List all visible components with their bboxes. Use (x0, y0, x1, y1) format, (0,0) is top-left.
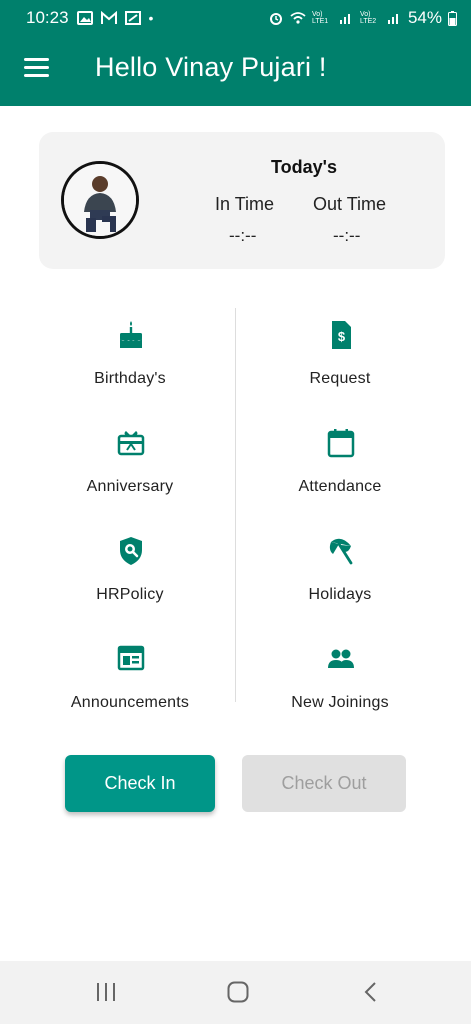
beach-umbrella-icon (329, 538, 353, 565)
network1-label: Vo) LTE1 (311, 11, 329, 25)
gift-card-icon (117, 431, 145, 456)
menu-item-request[interactable]: $ Request (250, 320, 430, 410)
menu-label: Attendance (298, 478, 382, 495)
alarm-icon (269, 13, 282, 25)
in-time-value: --:-- (229, 226, 257, 245)
svg-text:$: $ (338, 329, 346, 344)
calendar-icon (327, 429, 355, 458)
menu-item-hrpolicy[interactable]: HRPolicy (40, 536, 220, 626)
battery-icon (448, 10, 457, 26)
menu-item-new-joinings[interactable]: New Joinings (250, 644, 430, 734)
back-icon[interactable] (360, 980, 384, 1004)
gmail-icon (100, 11, 117, 24)
system-nav-bar (0, 961, 471, 1024)
volte2-signal-icon (387, 14, 398, 24)
menu-item-announcements[interactable]: Announcements (40, 644, 220, 734)
battery-percent: 54% (407, 8, 442, 27)
cake-icon (120, 321, 142, 348)
todays-heading: Today's (271, 157, 337, 177)
recent-apps-icon[interactable] (94, 980, 118, 1004)
app-icon (124, 11, 141, 25)
out-time-value: --:-- (333, 226, 361, 245)
menu-item-birthdays[interactable]: Birthday's (40, 320, 220, 410)
app-bar: Hello Vinay Pujari ! (0, 36, 471, 106)
menu-item-attendance[interactable]: Attendance (250, 428, 430, 518)
menu-item-holidays[interactable]: Holidays (250, 536, 430, 626)
attendance-card: Today's In Time Out Time --:-- --:-- (39, 132, 445, 269)
in-time-label: In Time (215, 194, 275, 214)
wifi-icon (290, 12, 306, 24)
check-in-button[interactable]: Check In (65, 755, 215, 812)
volte1-signal-icon (339, 14, 350, 24)
page-title: Hello Vinay Pujari ! (95, 52, 327, 82)
gallery-icon (76, 11, 93, 25)
menu-label: Birthday's (94, 370, 166, 387)
check-out-button[interactable]: Check Out (242, 755, 406, 812)
network2-label: Vo) LTE2 (359, 11, 377, 25)
out-time-label: Out Time (313, 194, 387, 214)
menu-item-anniversary[interactable]: Anniversary (40, 428, 220, 518)
people-icon (328, 649, 354, 668)
menu-label: Announcements (70, 694, 190, 711)
status-time: 10:23 (26, 8, 69, 27)
avatar (61, 161, 139, 239)
home-icon[interactable] (226, 980, 250, 1004)
menu-label: Anniversary (86, 478, 174, 495)
menu-label: Request (309, 370, 371, 387)
dollar-document-icon: $ (332, 321, 351, 349)
status-bar: 10:23 • Vo) LTE1 Vo) LTE2 54% (0, 0, 471, 36)
menu-label: HRPolicy (96, 586, 164, 603)
menu-label: Holidays (308, 586, 372, 603)
newspaper-icon (117, 645, 145, 671)
notification-dot: • (148, 10, 154, 26)
menu-divider (235, 308, 236, 702)
menu-label: New Joinings (291, 694, 389, 711)
shield-search-icon (120, 537, 142, 565)
hamburger-menu-icon[interactable] (24, 58, 50, 78)
